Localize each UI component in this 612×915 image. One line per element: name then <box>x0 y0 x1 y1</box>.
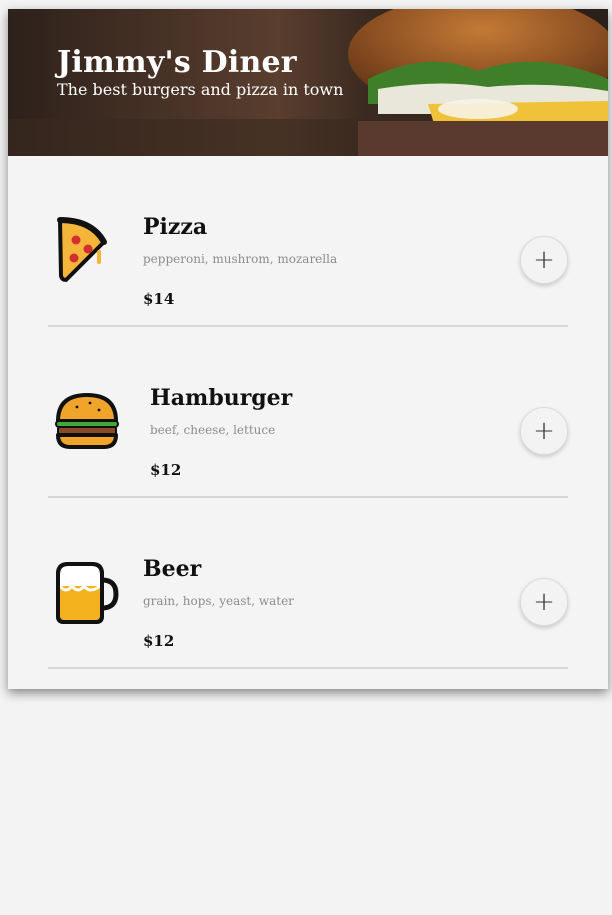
item-ingredients: beef, cheese, lettuce <box>150 423 276 437</box>
item-ingredients: pepperoni, mushrom, mozarella <box>143 252 338 266</box>
plus-icon: + <box>533 416 555 446</box>
item-price: $12 <box>143 632 175 650</box>
plus-icon: + <box>533 245 555 275</box>
item-name: Pizza <box>143 214 208 240</box>
hamburger-icon <box>55 393 119 449</box>
item-price: $14 <box>143 290 175 308</box>
beer-icon <box>56 562 119 624</box>
add-beer-button[interactable]: + <box>520 578 568 626</box>
plus-icon: + <box>533 587 555 617</box>
item-price: $12 <box>150 461 182 479</box>
item-name: Hamburger <box>150 385 293 411</box>
add-hamburger-button[interactable]: + <box>520 407 568 455</box>
item-name: Beer <box>143 556 202 582</box>
menu-item-beer: Beer grain, hops, yeast, water $12 + <box>48 498 568 669</box>
menu-card: Jimmy's Diner The best burgers and pizza… <box>8 9 608 689</box>
add-pizza-button[interactable]: + <box>520 236 568 284</box>
page-title: Jimmy's Diner <box>57 45 297 80</box>
item-ingredients: grain, hops, yeast, water <box>143 594 294 608</box>
hero-header: Jimmy's Diner The best burgers and pizza… <box>8 9 608 156</box>
menu-item-pizza: Pizza pepperoni, mushrom, mozarella $14 … <box>48 156 568 327</box>
menu-item-hamburger: Hamburger beef, cheese, lettuce $12 + <box>48 327 568 498</box>
page-subtitle: The best burgers and pizza in town <box>57 80 344 99</box>
pizza-icon <box>57 217 107 282</box>
